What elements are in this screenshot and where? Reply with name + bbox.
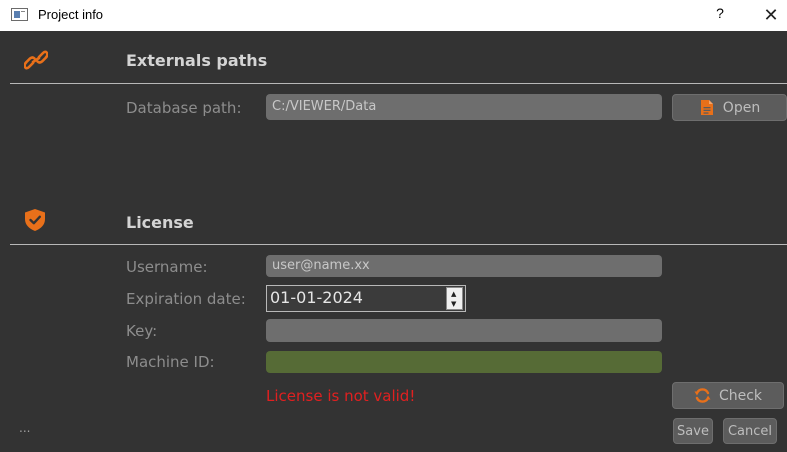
spin-down-icon[interactable]: ▼	[451, 300, 456, 308]
window-title: Project info	[38, 7, 104, 22]
expiration-date-value: 01-01-2024	[270, 288, 363, 307]
database-path-label: Database path:	[126, 99, 242, 117]
check-button[interactable]: Check	[672, 382, 784, 409]
username-field[interactable]: user@name.xx	[266, 255, 662, 277]
machine-id-label: Machine ID:	[126, 353, 215, 371]
save-button[interactable]: Save	[673, 418, 713, 444]
externals-divider	[10, 83, 787, 84]
help-button[interactable]: ?	[711, 5, 729, 25]
expiration-date-field[interactable]: 01-01-2024	[266, 285, 466, 312]
shield-check-icon	[24, 208, 46, 232]
spin-up-icon[interactable]: ▲	[451, 290, 456, 298]
date-spinner[interactable]: ▲ ▼	[446, 287, 463, 310]
machine-id-field[interactable]	[266, 351, 662, 373]
license-divider	[10, 244, 787, 245]
title-bar: Project info ? ✕	[0, 0, 787, 31]
open-button[interactable]: Open	[672, 94, 787, 121]
username-label: Username:	[126, 258, 208, 276]
database-path-field[interactable]: C:/VIEWER/Data	[266, 94, 662, 120]
key-label: Key:	[126, 322, 158, 340]
expiration-date-label: Expiration date:	[126, 290, 246, 308]
externals-section-title: Externals paths	[126, 51, 268, 70]
license-status-text: License is not valid!	[266, 387, 416, 405]
app-window-icon	[11, 8, 28, 21]
file-icon	[699, 99, 714, 116]
open-button-label: Open	[722, 99, 761, 116]
link-icon	[23, 49, 49, 71]
key-field[interactable]	[266, 319, 662, 342]
cancel-button[interactable]: Cancel	[723, 418, 777, 444]
close-button[interactable]: ✕	[760, 4, 782, 26]
status-dots: ...	[19, 421, 31, 435]
check-button-label: Check	[718, 387, 763, 404]
dialog-body: Externals paths Database path: C:/VIEWER…	[10, 31, 787, 452]
license-section-title: License	[126, 213, 194, 232]
refresh-icon	[694, 387, 711, 404]
